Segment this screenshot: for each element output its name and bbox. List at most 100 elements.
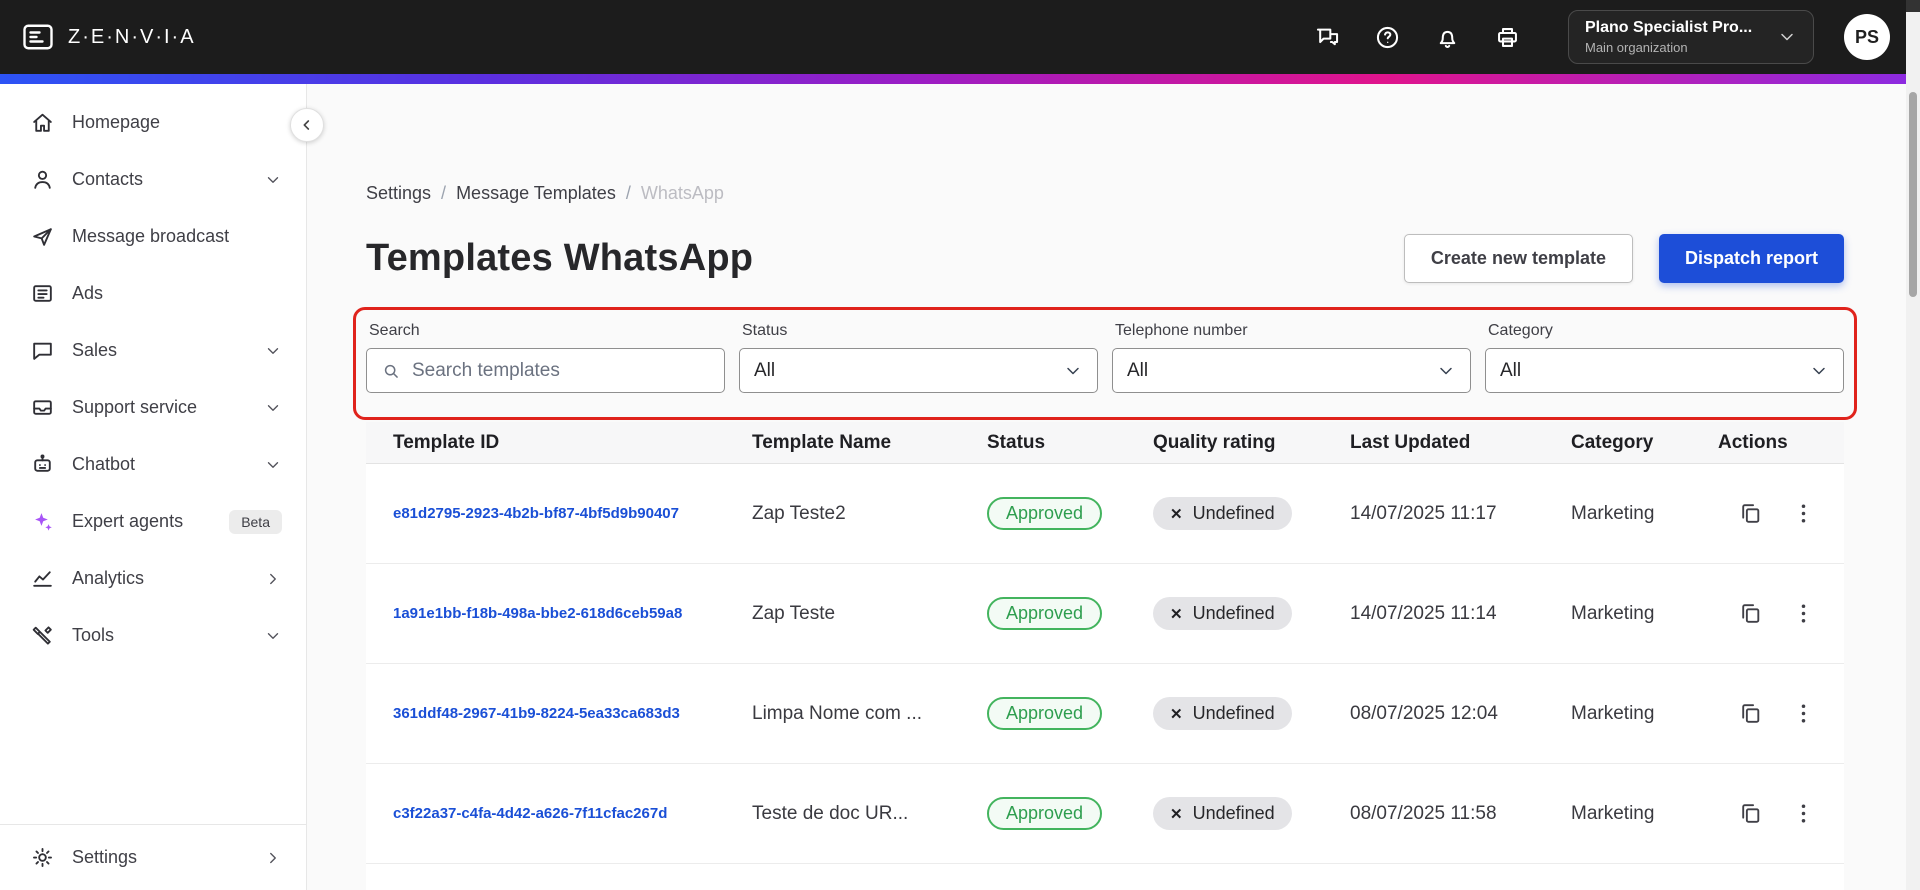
quality-badge: Undefined — [1153, 597, 1292, 630]
sidebar: Homepage Contacts Message broadcast Ads … — [0, 84, 307, 890]
dispatch-report-button[interactable]: Dispatch report — [1658, 234, 1844, 283]
table-row: 1a91e1bb-f18b-498a-bbe2-618d6ceb59a8 Zap… — [366, 564, 1844, 664]
sidebar-collapse-button[interactable] — [290, 108, 324, 142]
category-select[interactable]: All — [1485, 348, 1844, 393]
table-row: c3f22a37-c4fa-4d42-a626-7f11cfac267d Tes… — [366, 764, 1844, 864]
copy-icon[interactable] — [1738, 801, 1763, 826]
sidebar-item-label: Sales — [72, 340, 118, 360]
copy-icon[interactable] — [1738, 601, 1763, 626]
category: Marketing — [1571, 602, 1655, 624]
page-title: Templates WhatsApp — [366, 237, 754, 279]
sidebar-item-chatbot[interactable]: Chatbot — [0, 436, 306, 493]
telephone-select[interactable]: All — [1112, 348, 1471, 393]
sidebar-item-sales[interactable]: Sales — [0, 322, 306, 379]
newspaper-icon — [30, 281, 55, 306]
chevron-down-icon — [1063, 361, 1083, 381]
chevron-right-icon — [264, 849, 282, 867]
chevron-down-icon — [264, 399, 282, 417]
quality-label: Undefined — [1192, 503, 1275, 523]
sidebar-item-label: Ads — [72, 283, 104, 303]
kebab-menu-icon[interactable] — [1791, 701, 1816, 726]
chevron-down-icon — [264, 342, 282, 360]
chevron-down-icon — [264, 171, 282, 189]
notifications-bell-icon[interactable] — [1432, 22, 1462, 52]
sidebar-item-homepage[interactable]: Homepage — [0, 94, 306, 151]
breadcrumb-settings[interactable]: Settings — [366, 183, 431, 204]
person-icon — [30, 167, 55, 192]
avatar[interactable]: PS — [1844, 14, 1890, 60]
quality-label: Undefined — [1192, 703, 1275, 723]
create-new-template-button[interactable]: Create new template — [1403, 234, 1633, 283]
sidebar-item-analytics[interactable]: Analytics — [0, 550, 306, 607]
conversations-icon[interactable] — [1312, 22, 1342, 52]
filter-category: Category All — [1485, 322, 1844, 393]
main-content: Settings / Message Templates / WhatsApp … — [307, 84, 1920, 890]
table-row-partial — [366, 864, 1844, 890]
kebab-menu-icon[interactable] — [1791, 501, 1816, 526]
status-select[interactable]: All — [739, 348, 1098, 393]
robot-icon — [30, 452, 55, 477]
breadcrumb-whatsapp: WhatsApp — [640, 183, 724, 203]
telephone-label: Telephone number — [1115, 322, 1248, 339]
column-header: Quality rating — [1153, 431, 1276, 453]
sidebar-item-ads[interactable]: Ads — [0, 265, 306, 322]
sidebar-item-label: Support service — [72, 397, 198, 417]
sidebar-item-support-service[interactable]: Support service — [0, 379, 306, 436]
column-header: Actions — [1718, 431, 1788, 453]
support-inbox-icon — [30, 395, 55, 420]
x-icon — [1170, 703, 1183, 724]
topbar: Z·E·N·V·I·A Plano Specialist Pro... Main… — [0, 0, 1920, 74]
sidebar-item-settings[interactable]: Settings — [0, 824, 306, 890]
chevron-right-icon — [264, 570, 282, 588]
kebab-menu-icon[interactable] — [1791, 801, 1816, 826]
status-badge: Approved — [987, 797, 1103, 830]
kebab-menu-icon[interactable] — [1791, 601, 1816, 626]
template-id-link[interactable]: 361ddf48-2967-41b9-8224-5ea33ca683d3 — [366, 705, 752, 722]
chevron-down-icon — [1436, 361, 1456, 381]
sidebar-item-label: Analytics — [72, 568, 145, 588]
breadcrumb-message-templates[interactable]: Message Templates — [456, 183, 616, 204]
sidebar-item-tools[interactable]: Tools — [0, 607, 306, 664]
quality-badge: Undefined — [1153, 797, 1292, 830]
breadcrumb: Settings / Message Templates / WhatsApp — [366, 183, 1844, 204]
row-actions — [1718, 501, 1844, 526]
telephone-value: All — [1127, 359, 1149, 381]
copy-icon[interactable] — [1738, 701, 1763, 726]
organization-switcher[interactable]: Plano Specialist Pro... Main organizatio… — [1568, 10, 1814, 64]
beta-badge: Beta — [229, 509, 282, 534]
search-input[interactable] — [412, 359, 710, 382]
annotation-highlight: Search Status All Telephone number — [353, 307, 1857, 420]
template-id-link[interactable]: e81d2795-2923-4b2b-bf87-4bf5d9b90407 — [366, 505, 752, 522]
sidebar-item-label: Expert agents — [72, 511, 184, 531]
filter-telephone: Telephone number All — [1112, 322, 1471, 393]
template-id-link[interactable]: 1a91e1bb-f18b-498a-bbe2-618d6ceb59a8 — [366, 605, 752, 622]
search-icon — [381, 361, 401, 381]
sidebar-item-label: Homepage — [72, 112, 161, 132]
last-updated: 14/07/2025 11:14 — [1350, 602, 1497, 624]
template-name: Zap Teste — [752, 602, 836, 624]
row-actions — [1718, 801, 1844, 826]
x-icon — [1170, 803, 1183, 824]
scrollbar-thumb[interactable] — [1909, 92, 1917, 297]
chevron-down-icon — [1809, 361, 1829, 381]
status-badge: Approved — [987, 497, 1103, 530]
search-label: Search — [369, 322, 420, 339]
help-icon[interactable] — [1372, 22, 1402, 52]
table-body: e81d2795-2923-4b2b-bf87-4bf5d9b90407 Zap… — [366, 464, 1844, 864]
x-icon — [1170, 503, 1183, 524]
sidebar-item-contacts[interactable]: Contacts — [0, 151, 306, 208]
sidebar-item-expert-agents[interactable]: Expert agents Beta — [0, 493, 306, 550]
printer-icon[interactable] — [1492, 22, 1522, 52]
template-id-link[interactable]: c3f22a37-c4fa-4d42-a626-7f11cfac267d — [366, 805, 752, 822]
gear-icon — [30, 845, 55, 870]
column-header: Last Updated — [1350, 431, 1471, 453]
x-icon — [1170, 603, 1183, 624]
copy-icon[interactable] — [1738, 501, 1763, 526]
sparkles-icon — [30, 509, 55, 534]
brand: Z·E·N·V·I·A — [20, 19, 196, 55]
search-field[interactable] — [366, 348, 725, 393]
chat-bubble-icon — [30, 338, 55, 363]
sidebar-item-message-broadcast[interactable]: Message broadcast — [0, 208, 306, 265]
category-label: Category — [1488, 322, 1553, 339]
quality-label: Undefined — [1192, 603, 1275, 623]
